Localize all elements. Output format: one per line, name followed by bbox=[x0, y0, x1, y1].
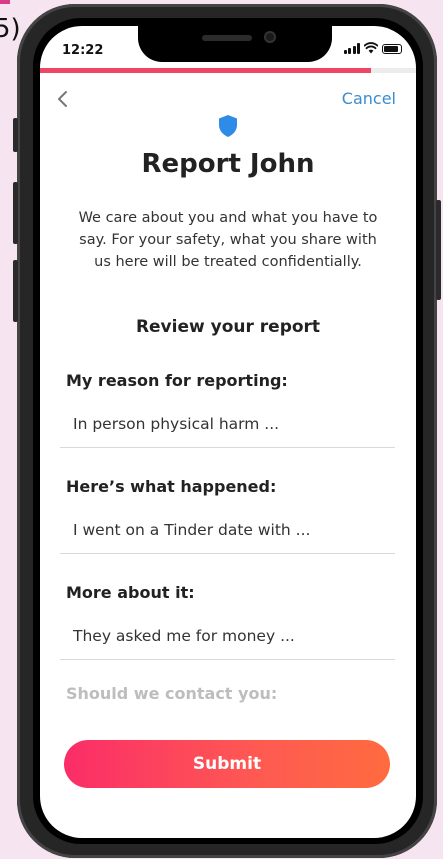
signal-icon bbox=[343, 43, 360, 54]
contact-label: Should we contact you: bbox=[66, 684, 278, 703]
reason-value[interactable]: In person physical harm ... bbox=[73, 415, 279, 433]
notch bbox=[138, 26, 332, 62]
status-time: 12:22 bbox=[62, 43, 104, 58]
chevron-left-icon[interactable] bbox=[56, 90, 70, 108]
volume-up-button bbox=[13, 182, 18, 244]
figure-label: 5) bbox=[0, 14, 21, 44]
front-camera bbox=[264, 31, 276, 43]
divider bbox=[60, 553, 395, 554]
page-title: Report John bbox=[141, 149, 315, 179]
divider bbox=[60, 447, 395, 448]
phone-screen: 12:22 Cancel Report John We care about y… bbox=[40, 26, 416, 838]
what-happened-label: Here’s what happened: bbox=[66, 477, 277, 496]
progress-fill bbox=[40, 68, 371, 73]
intro-text: We care about you and what you have to s… bbox=[78, 210, 378, 270]
power-button bbox=[436, 200, 441, 300]
status-icons bbox=[343, 40, 402, 54]
reason-label: My reason for reporting: bbox=[66, 371, 288, 390]
battery-icon bbox=[382, 44, 402, 54]
speaker bbox=[202, 35, 252, 41]
review-heading: Review your report bbox=[135, 317, 321, 337]
more-about-value[interactable]: They asked me for money ... bbox=[73, 627, 295, 645]
submit-button[interactable]: Submit bbox=[64, 740, 390, 788]
volume-down-button bbox=[13, 260, 18, 322]
corner-mark bbox=[0, 0, 10, 4]
progress-bar bbox=[40, 68, 416, 73]
mute-switch bbox=[13, 118, 18, 152]
shield-icon bbox=[219, 115, 237, 137]
more-about-label: More about it: bbox=[66, 583, 195, 602]
wifi-icon bbox=[364, 42, 378, 54]
what-happened-value[interactable]: I went on a Tinder date with ... bbox=[73, 521, 310, 539]
divider bbox=[60, 659, 395, 660]
cancel-button[interactable]: Cancel bbox=[342, 89, 396, 108]
